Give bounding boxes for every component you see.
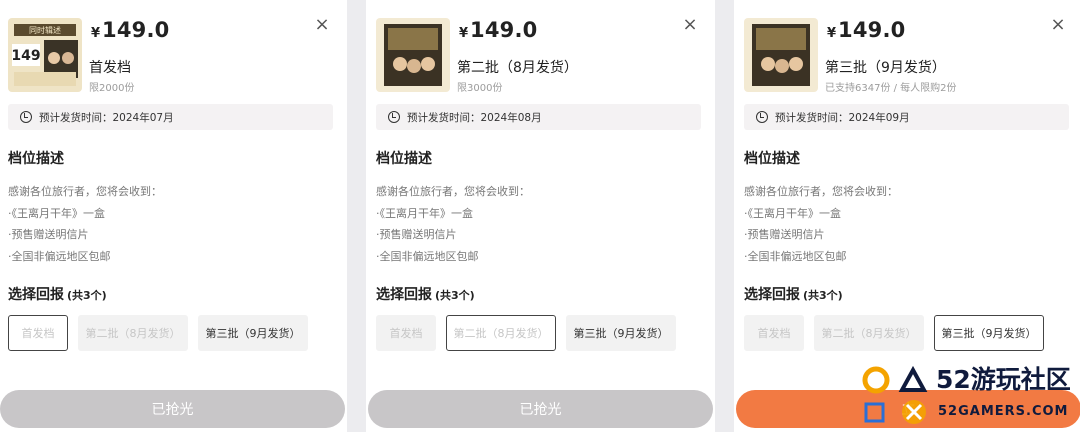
- description-line: ·全国非偏远地区包邮: [744, 249, 847, 263]
- box-label: 同时辑述: [29, 25, 61, 35]
- tier-limit: 已支持6347份 / 每人限购2份: [825, 83, 957, 94]
- watermark-subtext: 52GAMERS.COM: [938, 404, 1069, 419]
- product-image: [376, 18, 450, 92]
- tier-name: 首发档: [89, 60, 131, 76]
- option-count: (共3个): [803, 289, 843, 302]
- close-icon[interactable]: ×: [1049, 16, 1067, 34]
- description-title: 档位描述: [376, 151, 432, 167]
- description-title: 档位描述: [8, 151, 64, 167]
- tier-name: 第二批（8月发货）: [457, 60, 578, 76]
- clock-icon: [756, 111, 768, 123]
- option-second[interactable]: 第二批（8月发货）: [814, 315, 924, 351]
- option-count: (共3个): [435, 289, 475, 302]
- ship-time-text: 预计发货时间：2024年09月: [775, 112, 910, 124]
- option-third[interactable]: 第三批（9月发货）: [934, 315, 1044, 351]
- option-first[interactable]: 首发档: [744, 315, 804, 351]
- box-price-badge: 149: [11, 48, 40, 64]
- description-line: ·《王离月干年》一盒: [376, 206, 473, 220]
- option-first[interactable]: 首发档: [376, 315, 436, 351]
- description-title: 档位描述: [744, 151, 800, 167]
- ship-time-box: 预计发货时间：2024年08月: [376, 104, 701, 130]
- option-third[interactable]: 第三批（9月发货）: [198, 315, 308, 351]
- tier-name: 第三批（9月发货）: [825, 60, 946, 76]
- price: ¥149.0: [459, 18, 538, 42]
- option-third[interactable]: 第三批（9月发货）: [566, 315, 676, 351]
- clock-icon: [20, 111, 32, 123]
- description-line: 感谢各位旅行者，您将会收到：: [376, 185, 530, 198]
- watermark-text: 52游玩社区: [936, 365, 1071, 394]
- description-line: ·全国非偏远地区包邮: [8, 249, 111, 263]
- description-lines: 感谢各位旅行者，您将会收到： ·《王离月干年》一盒 ·预售赠送明信片 ·全国非偏…: [744, 181, 898, 267]
- description-line: 感谢各位旅行者，您将会收到：: [744, 185, 898, 198]
- sold-out-button[interactable]: 已抢光: [0, 390, 345, 428]
- ship-time-box: 预计发货时间：2024年07月: [8, 104, 333, 130]
- description-line: ·《王离月干年》一盒: [8, 206, 105, 220]
- product-image: [744, 18, 818, 92]
- description-line: 感谢各位旅行者，您将会收到：: [8, 185, 162, 198]
- option-count: (共3个): [67, 289, 107, 302]
- ship-time-text: 预计发货时间：2024年08月: [407, 112, 542, 124]
- description-lines: 感谢各位旅行者，您将会收到： ·《王离月干年》一盒 ·预售赠送明信片 ·全国非偏…: [8, 181, 162, 267]
- option-second[interactable]: 第二批（8月发货）: [78, 315, 188, 351]
- price: ¥149.0: [827, 18, 906, 42]
- close-icon[interactable]: ×: [681, 16, 699, 34]
- option-first[interactable]: 首发档: [8, 315, 68, 351]
- sold-out-button[interactable]: 已抢光: [368, 390, 713, 428]
- description-line: ·预售赠送明信片: [744, 228, 825, 241]
- select-reward-title: 选择回报 (共3个): [376, 287, 475, 303]
- price: ¥149.0: [91, 18, 170, 42]
- product-image: 同时辑述 149: [8, 18, 82, 92]
- close-icon[interactable]: ×: [313, 16, 331, 34]
- description-line: ·《王离月干年》一盒: [744, 206, 841, 220]
- reward-panel-second: ¥149.0 × 第二批（8月发货） 限3000份 预计发货时间：2024年08…: [366, 0, 715, 432]
- ship-time-box: 预计发货时间：2024年09月: [744, 104, 1069, 130]
- select-reward-title: 选择回报 (共3个): [8, 287, 107, 303]
- reward-panel-first: 同时辑述 149 ¥149.0 × 首发档 限2000份 预计发货时间：2024…: [0, 0, 347, 432]
- description-lines: 感谢各位旅行者，您将会收到： ·《王离月干年》一盒 ·预售赠送明信片 ·全国非偏…: [376, 181, 530, 267]
- tier-limit: 限2000份: [89, 83, 135, 94]
- option-second[interactable]: 第二批（8月发货）: [446, 315, 556, 351]
- ship-time-text: 预计发货时间：2024年07月: [39, 112, 174, 124]
- clock-icon: [388, 111, 400, 123]
- description-line: ·预售赠送明信片: [376, 228, 457, 241]
- select-reward-title: 选择回报 (共3个): [744, 287, 843, 303]
- description-line: ·全国非偏远地区包邮: [376, 249, 479, 263]
- tier-limit: 限3000份: [457, 83, 503, 94]
- description-line: ·预售赠送明信片: [8, 228, 89, 241]
